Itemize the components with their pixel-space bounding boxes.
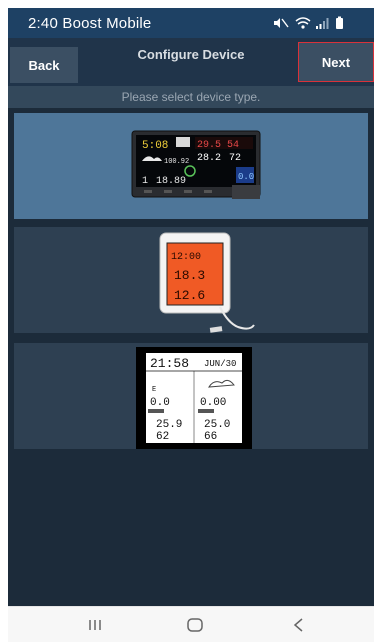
console-time-readout: 5:08 (142, 140, 168, 152)
console-rain-readout: 18.89 (156, 176, 186, 187)
lcd-indoor-humidity-readout: 62 (156, 431, 169, 443)
lcd-weather-station-image: 21:58 JUN/30 E 0.0 0.00 25.9 62 25.0 66 (136, 347, 252, 449)
device-option-console[interactable]: 5:08 100.92 29.5 54 28.2 72 1 18.89 0.0 (14, 113, 368, 219)
system-nav-bar (8, 606, 374, 642)
device-option-indoor-display[interactable]: 12:00 18.3 12.6 (14, 227, 368, 333)
lcd-date-readout: JUN/30 (204, 359, 236, 369)
signal-icon (316, 18, 329, 29)
subtitle-bar: Please select device type. (8, 86, 374, 108)
next-button[interactable]: Next (298, 42, 374, 82)
lcd-outdoor-temp-readout: 25.0 (204, 419, 230, 431)
indoor-temp-readout: 18.3 (174, 268, 205, 283)
indoor-humidity-readout: 12.6 (174, 288, 205, 303)
recent-apps-icon[interactable] (80, 615, 110, 635)
console-indoor-humidity-readout: 72 (229, 153, 241, 164)
console-outdoor-temp-readout: 29.5 (197, 140, 221, 151)
nav-bar: Back Configure Device Next (8, 38, 374, 86)
back-nav-icon[interactable] (284, 615, 314, 635)
status-icons (274, 16, 343, 29)
console-wind-readout: 0.0 (238, 172, 254, 182)
svg-text:E: E (152, 386, 156, 394)
console-pressure-readout: 100.92 (164, 158, 189, 166)
select-device-instruction: Please select device type. (121, 90, 261, 104)
console-indoor-temp-readout: 28.2 (197, 153, 221, 164)
page-title: Configure Device (137, 47, 245, 62)
status-bar: 2:40 Boost Mobile (8, 8, 374, 38)
lcd-wind-readout: 0.00 (200, 397, 226, 409)
battery-icon (336, 16, 343, 29)
mute-icon (274, 18, 289, 28)
lcd-outdoor-humidity-readout: 66 (204, 431, 217, 443)
console-outdoor-humidity-readout: 54 (227, 140, 239, 151)
app-screen: 2:40 Boost Mobile Back Configure Device … (8, 8, 374, 606)
console-bottom-left-readout: 1 (142, 176, 148, 187)
indoor-display-image: 12:00 18.3 12.6 (159, 232, 255, 333)
status-time-carrier: 2:40 Boost Mobile (28, 15, 152, 32)
device-option-lcd-station[interactable]: 21:58 JUN/30 E 0.0 0.00 25.9 62 25.0 66 (14, 343, 368, 449)
indoor-time-readout: 12:00 (171, 252, 201, 263)
wifi-icon (295, 17, 311, 29)
back-button[interactable]: Back (10, 47, 78, 83)
lcd-rain-readout: 0.0 (150, 397, 170, 409)
lcd-time-readout: 21:58 (150, 356, 189, 371)
lcd-indoor-temp-readout: 25.9 (156, 419, 182, 431)
home-icon[interactable] (180, 615, 210, 635)
console-weather-station-image: 5:08 100.92 29.5 54 28.2 72 1 18.89 0.0 (131, 130, 261, 199)
